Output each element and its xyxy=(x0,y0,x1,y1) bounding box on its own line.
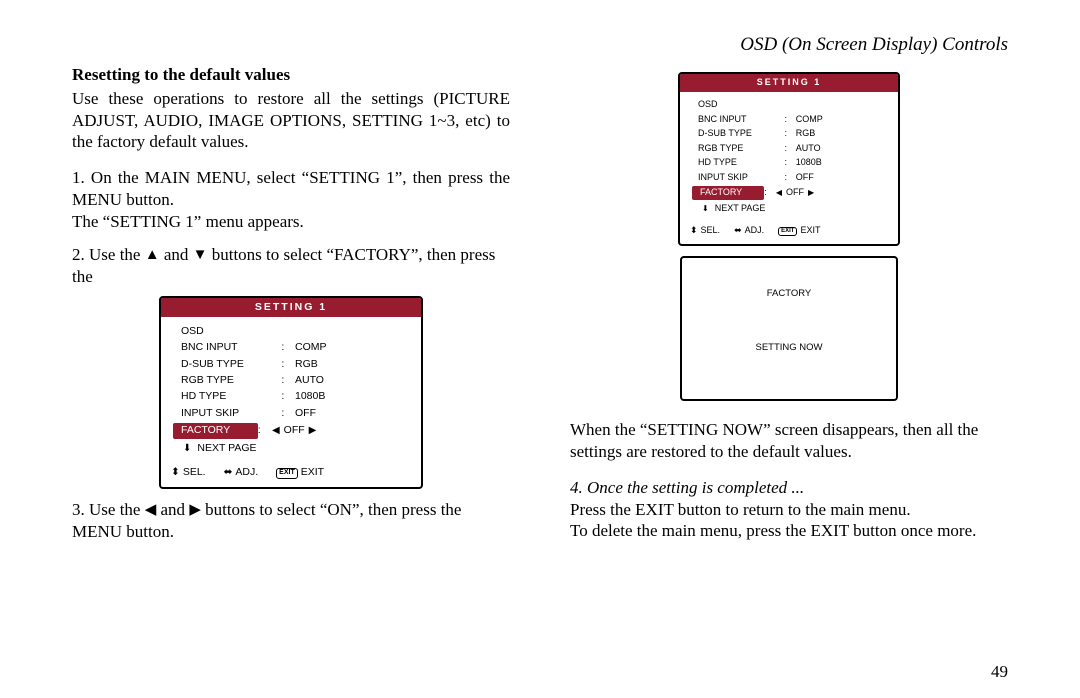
osd-item-dsub-type: D-SUB TYPE xyxy=(173,358,281,371)
osd-item-osd: OSD xyxy=(173,325,281,338)
osd-item-factory-highlighted: FACTORY : ◀OFF▶ xyxy=(173,422,409,440)
left-column: Resetting to the default values Use thes… xyxy=(72,64,510,543)
footer-exit: EXITEXIT xyxy=(778,225,820,237)
triangle-down-icon: ▼ xyxy=(193,248,208,263)
step-1-line-1: 1. On the MAIN MENU, select “SETTING 1”,… xyxy=(72,167,510,211)
triangle-left-icon: ◀ xyxy=(272,426,280,436)
exit-box-icon: EXIT xyxy=(276,468,298,479)
page-header: OSD (On Screen Display) Controls xyxy=(72,34,1008,56)
footer-sel: SEL. xyxy=(690,225,720,237)
footer-adj: ADJ. xyxy=(734,225,764,237)
arrow-down-icon: ⬇ xyxy=(702,205,709,213)
osd-item-osd: OSD xyxy=(692,99,784,111)
triangle-right-icon: ▶ xyxy=(808,189,814,197)
osd-next-page: ⬇NEXT PAGE xyxy=(173,440,409,459)
footer-sel: SEL. xyxy=(171,466,206,479)
section-heading: Resetting to the default values xyxy=(72,64,510,86)
osd-item-input-skip: INPUT SKIP xyxy=(173,407,281,420)
osd-item-hd-type: HD TYPE xyxy=(173,390,281,403)
osd-item-hd-type: HD TYPE xyxy=(692,157,784,169)
intro-paragraph: Use these operations to restore all the … xyxy=(72,88,510,153)
triangle-up-icon: ▲ xyxy=(145,248,160,263)
factory-box-line1: FACTORY xyxy=(682,288,896,300)
two-column-layout: Resetting to the default values Use thes… xyxy=(72,64,1008,543)
arrow-down-icon: ⬇ xyxy=(183,444,191,454)
triangle-left-icon: ◀ xyxy=(776,189,782,197)
osd-next-page: ⬇NEXT PAGE xyxy=(692,201,886,219)
right-column: SETTING 1 OSD BNC INPUT:COMP D-SUB TYPE:… xyxy=(570,64,1008,543)
osd-item-bnc-input: BNC INPUT xyxy=(173,341,281,354)
footer-adj: ADJ. xyxy=(224,466,259,479)
exit-box-icon: EXIT xyxy=(778,227,797,237)
osd-item-factory-highlighted: FACTORY : ◀OFF▶ xyxy=(692,185,886,202)
factory-setting-now-box: FACTORY SETTING NOW xyxy=(680,256,898,401)
triangle-right-icon: ▶ xyxy=(309,426,317,436)
osd-item-rgb-type: RGB TYPE xyxy=(173,374,281,387)
osd-item-bnc-input: BNC INPUT xyxy=(692,114,784,126)
step-4-line-1: Press the EXIT button to return to the m… xyxy=(570,499,1008,521)
osd-menu-setting1-large: SETTING 1 OSD BNC INPUT:COMP D-SUB TYPE:… xyxy=(159,296,423,489)
triangle-right-icon: ▶ xyxy=(189,503,201,518)
osd-footer: SEL. ADJ. EXITEXIT xyxy=(161,466,421,487)
step-4-heading: 4. Once the setting is completed ... xyxy=(570,477,1008,499)
step-2: 2. Use the ▲ and ▼ buttons to select “FA… xyxy=(72,244,510,288)
page-number: 49 xyxy=(991,662,1008,682)
footer-exit: EXITEXIT xyxy=(276,466,324,479)
setting-now-description: When the “SETTING NOW” screen disappears… xyxy=(570,419,1008,463)
step-1-line-2: The “SETTING 1” menu appears. xyxy=(72,211,510,233)
factory-box-line2: SETTING NOW xyxy=(682,342,896,354)
osd-item-dsub-type: D-SUB TYPE xyxy=(692,128,784,140)
osd-item-rgb-type: RGB TYPE xyxy=(692,143,784,155)
osd-footer: SEL. ADJ. EXITEXIT xyxy=(680,225,898,245)
step-3: 3. Use the ◀ and ▶ buttons to select “ON… xyxy=(72,499,510,543)
step-4-line-2: To delete the main menu, press the EXIT … xyxy=(570,520,1008,542)
osd-item-input-skip: INPUT SKIP xyxy=(692,172,784,184)
osd-title: SETTING 1 xyxy=(161,298,421,317)
osd-menu-setting1-small: SETTING 1 OSD BNC INPUT:COMP D-SUB TYPE:… xyxy=(678,72,900,246)
page: OSD (On Screen Display) Controls Resetti… xyxy=(0,0,1080,698)
osd-title: SETTING 1 xyxy=(680,74,898,92)
triangle-left-icon: ◀ xyxy=(145,503,157,518)
